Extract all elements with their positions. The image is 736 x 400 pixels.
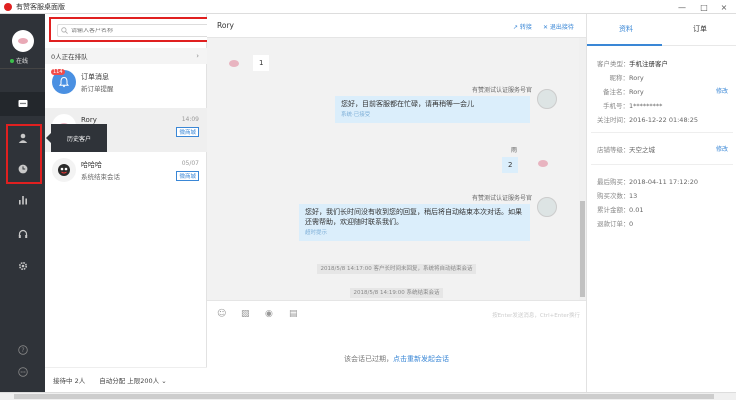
total-amount-row: 累计金额：0.01 — [597, 206, 644, 214]
scrollbar-thumb[interactable] — [14, 394, 714, 399]
session-expired-notice: 该会话已过期，点击重新发起会话 — [344, 355, 449, 363]
refund-orders-row: 退款订单：0 — [597, 220, 634, 228]
reception-footer: 接待中 2人 自动分配 上限200人 ⌄ — [45, 367, 207, 392]
conversation-time: 05/07 — [181, 160, 199, 167]
quick-reply-icon[interactable]: ▤ — [289, 309, 298, 319]
message-bubble: 您好，我们长时间没有收到您的回复，稍后将自动结束本次对话。如果还需帮助，欢迎随时… — [299, 204, 530, 242]
app-logo-icon — [4, 2, 12, 11]
remark-row: 备注名：Rory — [603, 88, 644, 96]
help-icon[interactable]: ? — [0, 338, 45, 362]
edit-remark-link[interactable]: 修改 — [716, 86, 728, 95]
customer-avatar — [229, 60, 239, 67]
message-status: 系统·已接受 — [341, 112, 371, 119]
nickname-row: 昵称：Rory — [609, 74, 644, 82]
sidebar: 在线 ? — [0, 14, 45, 392]
waiting-count: 接待中 2人 — [53, 377, 86, 385]
store-level-row: 店铺等级：天空之城 — [597, 146, 655, 154]
image-icon[interactable]: ▧ — [241, 309, 250, 319]
queue-status-bar[interactable]: 0人正在排队 › — [45, 48, 207, 64]
online-status[interactable]: 在线 — [10, 56, 28, 65]
conversation-panel: 0人正在排队 › 114 订单消息 新订单提醒 Rory 14:09 微商城 哈… — [45, 14, 249, 392]
conversation-item-orders[interactable]: 114 订单消息 新订单提醒 — [45, 64, 207, 108]
conversation-preview: 系统结束会话 — [81, 173, 120, 181]
tab-profile[interactable]: 资料 — [619, 24, 633, 34]
message-input-area[interactable]: 该会话已过期，点击重新发起会话 — [207, 328, 586, 392]
message-list: 1 有赞测试认证服务号官 您好，目前客服都在忙碌，请再稍等一会儿 系统·已接受 … — [207, 38, 586, 300]
online-dot-icon — [10, 58, 14, 63]
svg-text:?: ? — [21, 347, 24, 354]
follow-time-row: 关注时间：2016-12-22 01:48:25 — [597, 116, 699, 124]
conversation-name: 订单消息 — [81, 73, 109, 81]
customer-type-row: 客户类型：手机注册客户 — [597, 60, 668, 68]
conversation-name: 哈哈哈 — [81, 161, 102, 169]
history-highlight-box — [6, 124, 42, 184]
info-tabs: 资料 订单 — [587, 14, 736, 46]
unread-badge: 114 — [51, 69, 65, 75]
exit-reception-button[interactable]: ✕ 退出接待 — [543, 22, 574, 31]
agent-avatar[interactable] — [12, 30, 34, 52]
restart-session-link[interactable]: 点击重新发起会话 — [393, 355, 449, 363]
more-icon[interactable] — [0, 360, 45, 384]
goods-icon[interactable]: ◉ — [265, 309, 273, 319]
message-status: 超时提示 — [305, 230, 328, 237]
search-icon — [61, 27, 68, 34]
divider — [591, 132, 733, 133]
send-hint: 按Enter发送消息，Ctrl+Enter换行 — [492, 313, 580, 319]
message-bubble: 2 — [502, 157, 519, 174]
robot-avatar — [537, 197, 557, 217]
chat-contact-name: Rory — [217, 21, 234, 30]
message-bubble: 您好，目前客服都在忙碌，请再稍等一会儿 系统·已接受 — [335, 96, 530, 124]
queue-label: 0人正在排队 — [51, 53, 88, 61]
customer-info-panel: 资料 订单 客户类型：手机注册客户 昵称：Rory 备注名：Rory 修改 手机… — [586, 14, 736, 392]
divider — [591, 164, 733, 165]
minimize-button[interactable]: — — [672, 0, 692, 14]
assign-mode-dropdown[interactable]: 自动分配 上限200人 ⌄ — [99, 375, 167, 385]
last-purchase-row: 最后购买：2018-04-11 17:12:20 — [597, 178, 699, 186]
scrollbar-thumb[interactable] — [580, 201, 585, 297]
transfer-button[interactable]: ↗ 转接 — [513, 22, 532, 31]
purchase-count-row: 购买次数：13 — [597, 192, 638, 200]
chat-toolbar: ☺ ▧ ◉ ▤ 按Enter发送消息，Ctrl+Enter换行 — [207, 300, 586, 328]
tab-orders[interactable]: 订单 — [693, 24, 707, 34]
avatar — [52, 158, 76, 182]
edit-level-link[interactable]: 修改 — [716, 144, 728, 153]
conversation-time: 14:09 — [181, 116, 199, 123]
chat-icon[interactable] — [0, 92, 45, 116]
conversation-item-hahaha[interactable]: 哈哈哈 系统结束会话 05/07 微商城 — [45, 152, 207, 196]
chat-panel: Rory ↗ 转接 ✕ 退出接待 1 有赞测试认证服务号官 您好，目前客服都在忙… — [207, 14, 586, 392]
horizontal-scrollbar[interactable] — [0, 392, 736, 400]
history-customer-tooltip: 历史客户 — [46, 124, 107, 152]
message-bubble: 1 — [253, 55, 270, 72]
chevron-right-icon: › — [196, 52, 199, 60]
message-sender: 有赞测试认证服务号官 — [471, 87, 532, 94]
headset-icon[interactable] — [0, 222, 45, 246]
sidebar-divider — [0, 68, 45, 69]
chat-header: Rory ↗ 转接 ✕ 退出接待 — [207, 14, 586, 38]
title-bar: 有赞客服桌面版 — □ × — [0, 0, 736, 14]
emoji-icon[interactable]: ☺ — [217, 309, 226, 319]
active-tab-indicator — [587, 44, 662, 46]
robot-avatar — [537, 89, 557, 109]
maximize-button[interactable]: □ — [694, 0, 714, 14]
message-sender: 有赞测试认证服务号官 — [471, 195, 532, 202]
conversation-name: Rory — [81, 116, 97, 124]
message-scrollbar[interactable] — [579, 38, 586, 300]
window-title: 有赞客服桌面版 — [16, 2, 65, 11]
chart-icon[interactable] — [0, 188, 45, 212]
system-notice: 2018/5/8 14:17:00 客户长时间未回复，系统将自动结束会话 — [207, 264, 586, 274]
gear-icon[interactable] — [0, 254, 45, 278]
system-notice: 2018/5/8 14:19:00 系统结束会话 — [207, 288, 586, 298]
source-tag: 微商城 — [176, 127, 199, 137]
source-tag: 微商城 — [176, 171, 199, 181]
phone-row: 手机号：1********* — [603, 102, 663, 110]
message-sender: 雨 — [510, 147, 517, 154]
conversation-preview: 新订单提醒 — [81, 85, 114, 93]
customer-avatar — [538, 160, 548, 167]
close-window-button[interactable]: × — [714, 0, 734, 14]
